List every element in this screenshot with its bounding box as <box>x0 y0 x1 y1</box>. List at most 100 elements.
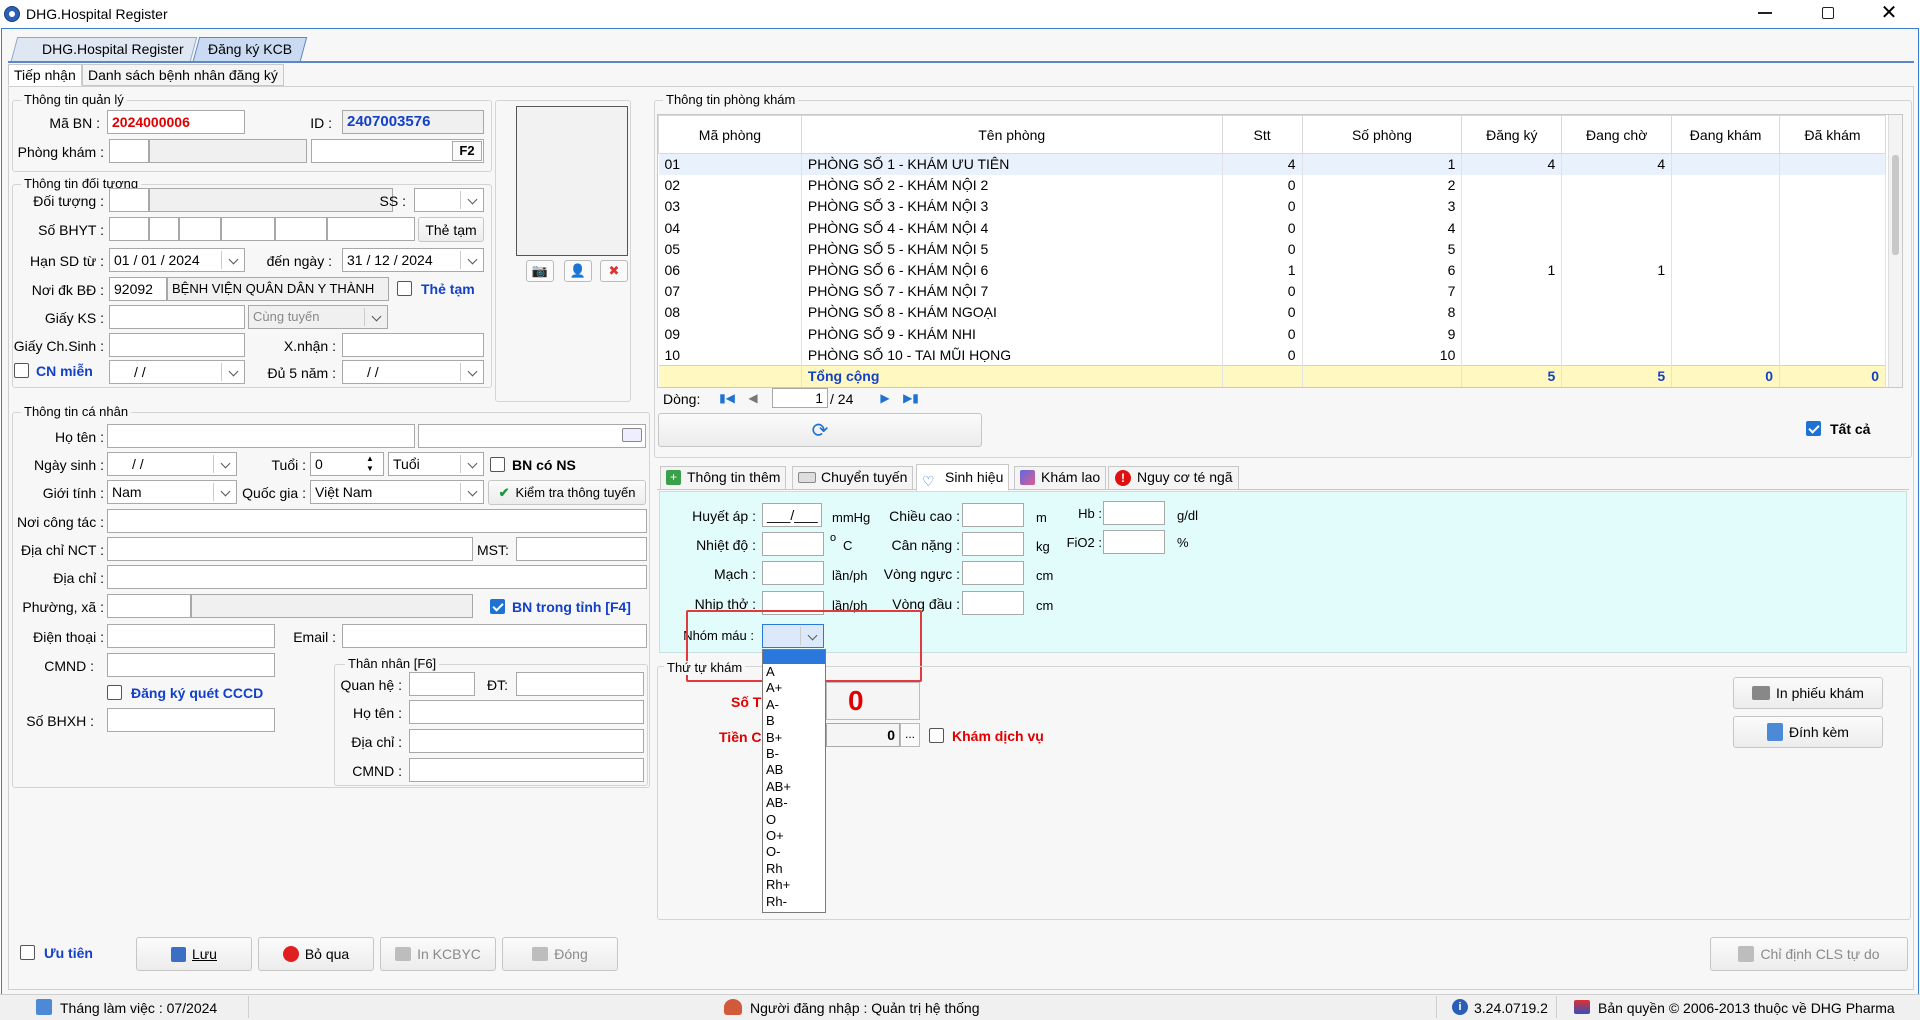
blood-option[interactable]: B <box>763 713 825 729</box>
blood-option[interactable]: AB <box>763 762 825 778</box>
quoc-gia-dropdown[interactable]: Việt Nam <box>310 480 484 504</box>
dia-chi-field[interactable] <box>107 565 647 589</box>
column-header[interactable]: Đăng ký <box>1461 115 1563 154</box>
quan-he-field[interactable] <box>409 672 475 696</box>
cmnd-field[interactable] <box>107 653 275 677</box>
han-sd-to-date[interactable]: 31 / 12 / 2024 <box>342 248 484 272</box>
page-number-field[interactable]: 1 <box>772 388 828 408</box>
blood-option[interactable]: B+ <box>763 730 825 746</box>
so-bhxh-field[interactable] <box>107 708 275 732</box>
subtab-chuyen-tuyen[interactable]: Chuyển tuyến <box>792 466 914 490</box>
ho-ten-field[interactable] <box>107 424 415 448</box>
huyet-ap-field[interactable]: ___/___ <box>762 503 822 527</box>
person-icon[interactable]: 👤 <box>564 260 592 282</box>
blood-option[interactable]: Rh- <box>763 894 825 910</box>
column-header[interactable]: Số phòng <box>1301 115 1463 154</box>
f2-button[interactable]: F2 <box>452 141 482 161</box>
luu-button[interactable]: Lưu <box>136 937 252 971</box>
blood-option[interactable]: Rh <box>763 861 825 877</box>
blood-option[interactable]: A- <box>763 697 825 713</box>
bn-trong-tinh-checkbox[interactable] <box>490 599 505 614</box>
bhyt-part-6[interactable] <box>327 217 415 241</box>
blood-option[interactable]: AB- <box>763 795 825 811</box>
table-row[interactable]: 07 PHÒNG SỐ 7 - KHÁM NỘI 707 <box>658 280 1886 302</box>
bhyt-part-3[interactable] <box>179 217 221 241</box>
tat-ca-checkbox[interactable] <box>1806 421 1821 436</box>
subtab-sinh-hieu[interactable]: ♡ Sinh hiệu <box>916 464 1010 491</box>
bn-co-ns-checkbox[interactable] <box>490 457 505 472</box>
dia-chi-nct-field[interactable] <box>107 537 473 561</box>
tien-ellipsis-button[interactable]: ... <box>900 723 920 747</box>
noi-dk-code-field[interactable]: 92092 <box>109 277 167 301</box>
table-row[interactable]: 04 PHÒNG SỐ 4 - KHÁM NỘI 404 <box>658 217 1886 239</box>
column-header[interactable]: Stt <box>1221 115 1303 154</box>
vong-dau-field[interactable] <box>962 591 1024 615</box>
subtab-kham-lao[interactable]: Khám lao <box>1014 466 1107 490</box>
first-page-icon[interactable]: ▮◀ <box>716 389 738 407</box>
dk-quet-cccd-checkbox[interactable] <box>107 685 122 700</box>
vong-nguc-field[interactable] <box>962 561 1024 585</box>
in-phieu-kham-button[interactable]: In phiếu khám <box>1733 677 1883 709</box>
blood-option-empty[interactable] <box>763 650 825 664</box>
dien-thoai-field[interactable] <box>107 624 275 648</box>
tuoi-unit-dropdown[interactable]: Tuổi <box>388 452 484 476</box>
next-page-icon[interactable]: ▶ <box>876 389 894 407</box>
keyboard-icon[interactable] <box>622 428 642 442</box>
blood-option[interactable]: O+ <box>763 828 825 844</box>
ngay-sinh-date[interactable]: / / <box>107 452 237 476</box>
table-row[interactable]: 08 PHÒNG SỐ 8 - KHÁM NGOẠI 0 8 <box>658 301 1886 323</box>
grid-scrollbar[interactable] <box>1888 115 1902 387</box>
spinner-up-icon[interactable]: ▲ <box>366 455 374 463</box>
giay-chsinh-field[interactable] <box>109 333 245 357</box>
than-nhan-dt-field[interactable] <box>516 672 644 696</box>
phuong-xa-code-field[interactable] <box>107 594 191 618</box>
subtab-danh-sach[interactable]: Danh sách bệnh nhân đăng ký <box>82 64 284 86</box>
column-header[interactable]: Đang chờ <box>1561 115 1673 154</box>
blood-option[interactable]: Rh+ <box>763 877 825 893</box>
dinh-kem-button[interactable]: Đính kèm <box>1733 716 1883 748</box>
column-header[interactable]: Tên phòng <box>800 115 1223 154</box>
cn-mien-date[interactable]: / / <box>109 360 245 384</box>
bhyt-part-5[interactable] <box>275 217 327 241</box>
table-row[interactable]: 01 PHÒNG SỐ 1 - KHÁM ƯU TIÊN 4 1 4 4 <box>658 153 1886 175</box>
blood-option[interactable]: O- <box>763 844 825 860</box>
ma-bn-field[interactable]: 2024000006 <box>107 110 245 134</box>
bhyt-part-1[interactable] <box>109 217 149 241</box>
phong-kham-code-field[interactable] <box>109 139 149 163</box>
dong-button[interactable]: Đóng <box>502 937 618 971</box>
camera-icon[interactable]: 📷 <box>526 260 554 282</box>
delete-photo-icon[interactable]: ✖ <box>600 260 628 282</box>
noi-cong-tac-field[interactable] <box>107 509 647 533</box>
bhyt-part-4[interactable] <box>221 217 275 241</box>
column-header[interactable]: Đã khám <box>1779 115 1886 154</box>
doi-tuong-code-field[interactable] <box>109 188 149 212</box>
restore-icon[interactable] <box>1822 7 1834 19</box>
nhiet-do-field[interactable] <box>762 532 824 556</box>
last-page-icon[interactable]: ▶▮ <box>900 389 922 407</box>
table-row[interactable]: 09 PHÒNG SỐ 9 - KHÁM NHI 0 9 <box>658 323 1886 345</box>
subtab-nguy-co[interactable]: ! Nguy cơ té ngã <box>1108 466 1239 490</box>
than-nhan-dia-chi-field[interactable] <box>409 729 644 753</box>
than-nhan-cmnd-field[interactable] <box>409 758 644 782</box>
mst-field[interactable] <box>516 537 647 561</box>
email-field[interactable] <box>342 624 647 648</box>
column-header[interactable]: Đang khám <box>1671 115 1781 154</box>
close-icon[interactable]: ✕ <box>1880 3 1898 23</box>
mach-field[interactable] <box>762 561 824 585</box>
giay-ks-field[interactable] <box>109 305 245 329</box>
blood-group-list[interactable]: A A+ A- B B+ B- AB AB+ AB- O O+ O- Rh Rh+ Rh- <box>762 649 826 913</box>
kham-dich-vu-checkbox[interactable] <box>929 728 944 743</box>
blood-option[interactable]: A+ <box>763 680 825 696</box>
bo-qua-button[interactable]: Bỏ qua <box>258 937 374 971</box>
refresh-button[interactable]: ⟳ <box>658 413 982 447</box>
du5nam-date[interactable]: / / <box>342 360 484 384</box>
blood-option[interactable]: A <box>763 664 825 680</box>
column-header[interactable]: Mã phòng <box>658 115 802 154</box>
blood-option[interactable]: B- <box>763 746 825 762</box>
the-tam-checkbox[interactable] <box>397 281 412 296</box>
han-sd-from-date[interactable]: 01 / 01 / 2024 <box>109 248 245 272</box>
table-row[interactable]: 05 PHÒNG SỐ 5 - KHÁM NỘI 505 <box>658 238 1886 260</box>
blood-option[interactable]: AB+ <box>763 779 825 795</box>
table-row[interactable]: 02 PHÒNG SỐ 2 - KHÁM NỘI 202 <box>658 174 1886 196</box>
in-kcbyc-button[interactable]: In KCBYC <box>380 937 496 971</box>
